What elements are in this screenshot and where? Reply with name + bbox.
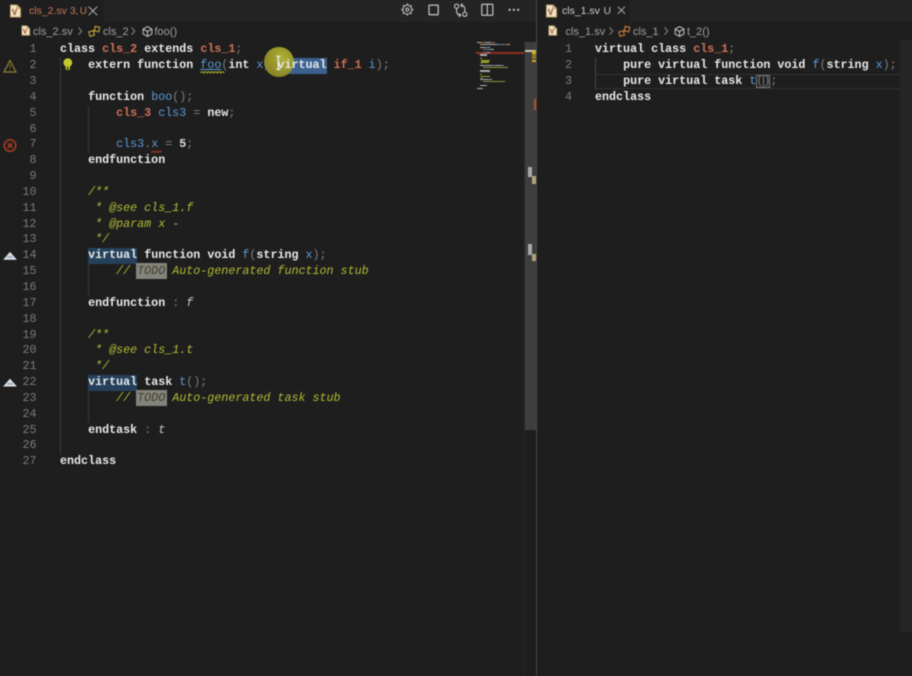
svg-text:V: V [12,8,18,17]
svg-text:V: V [548,8,554,17]
